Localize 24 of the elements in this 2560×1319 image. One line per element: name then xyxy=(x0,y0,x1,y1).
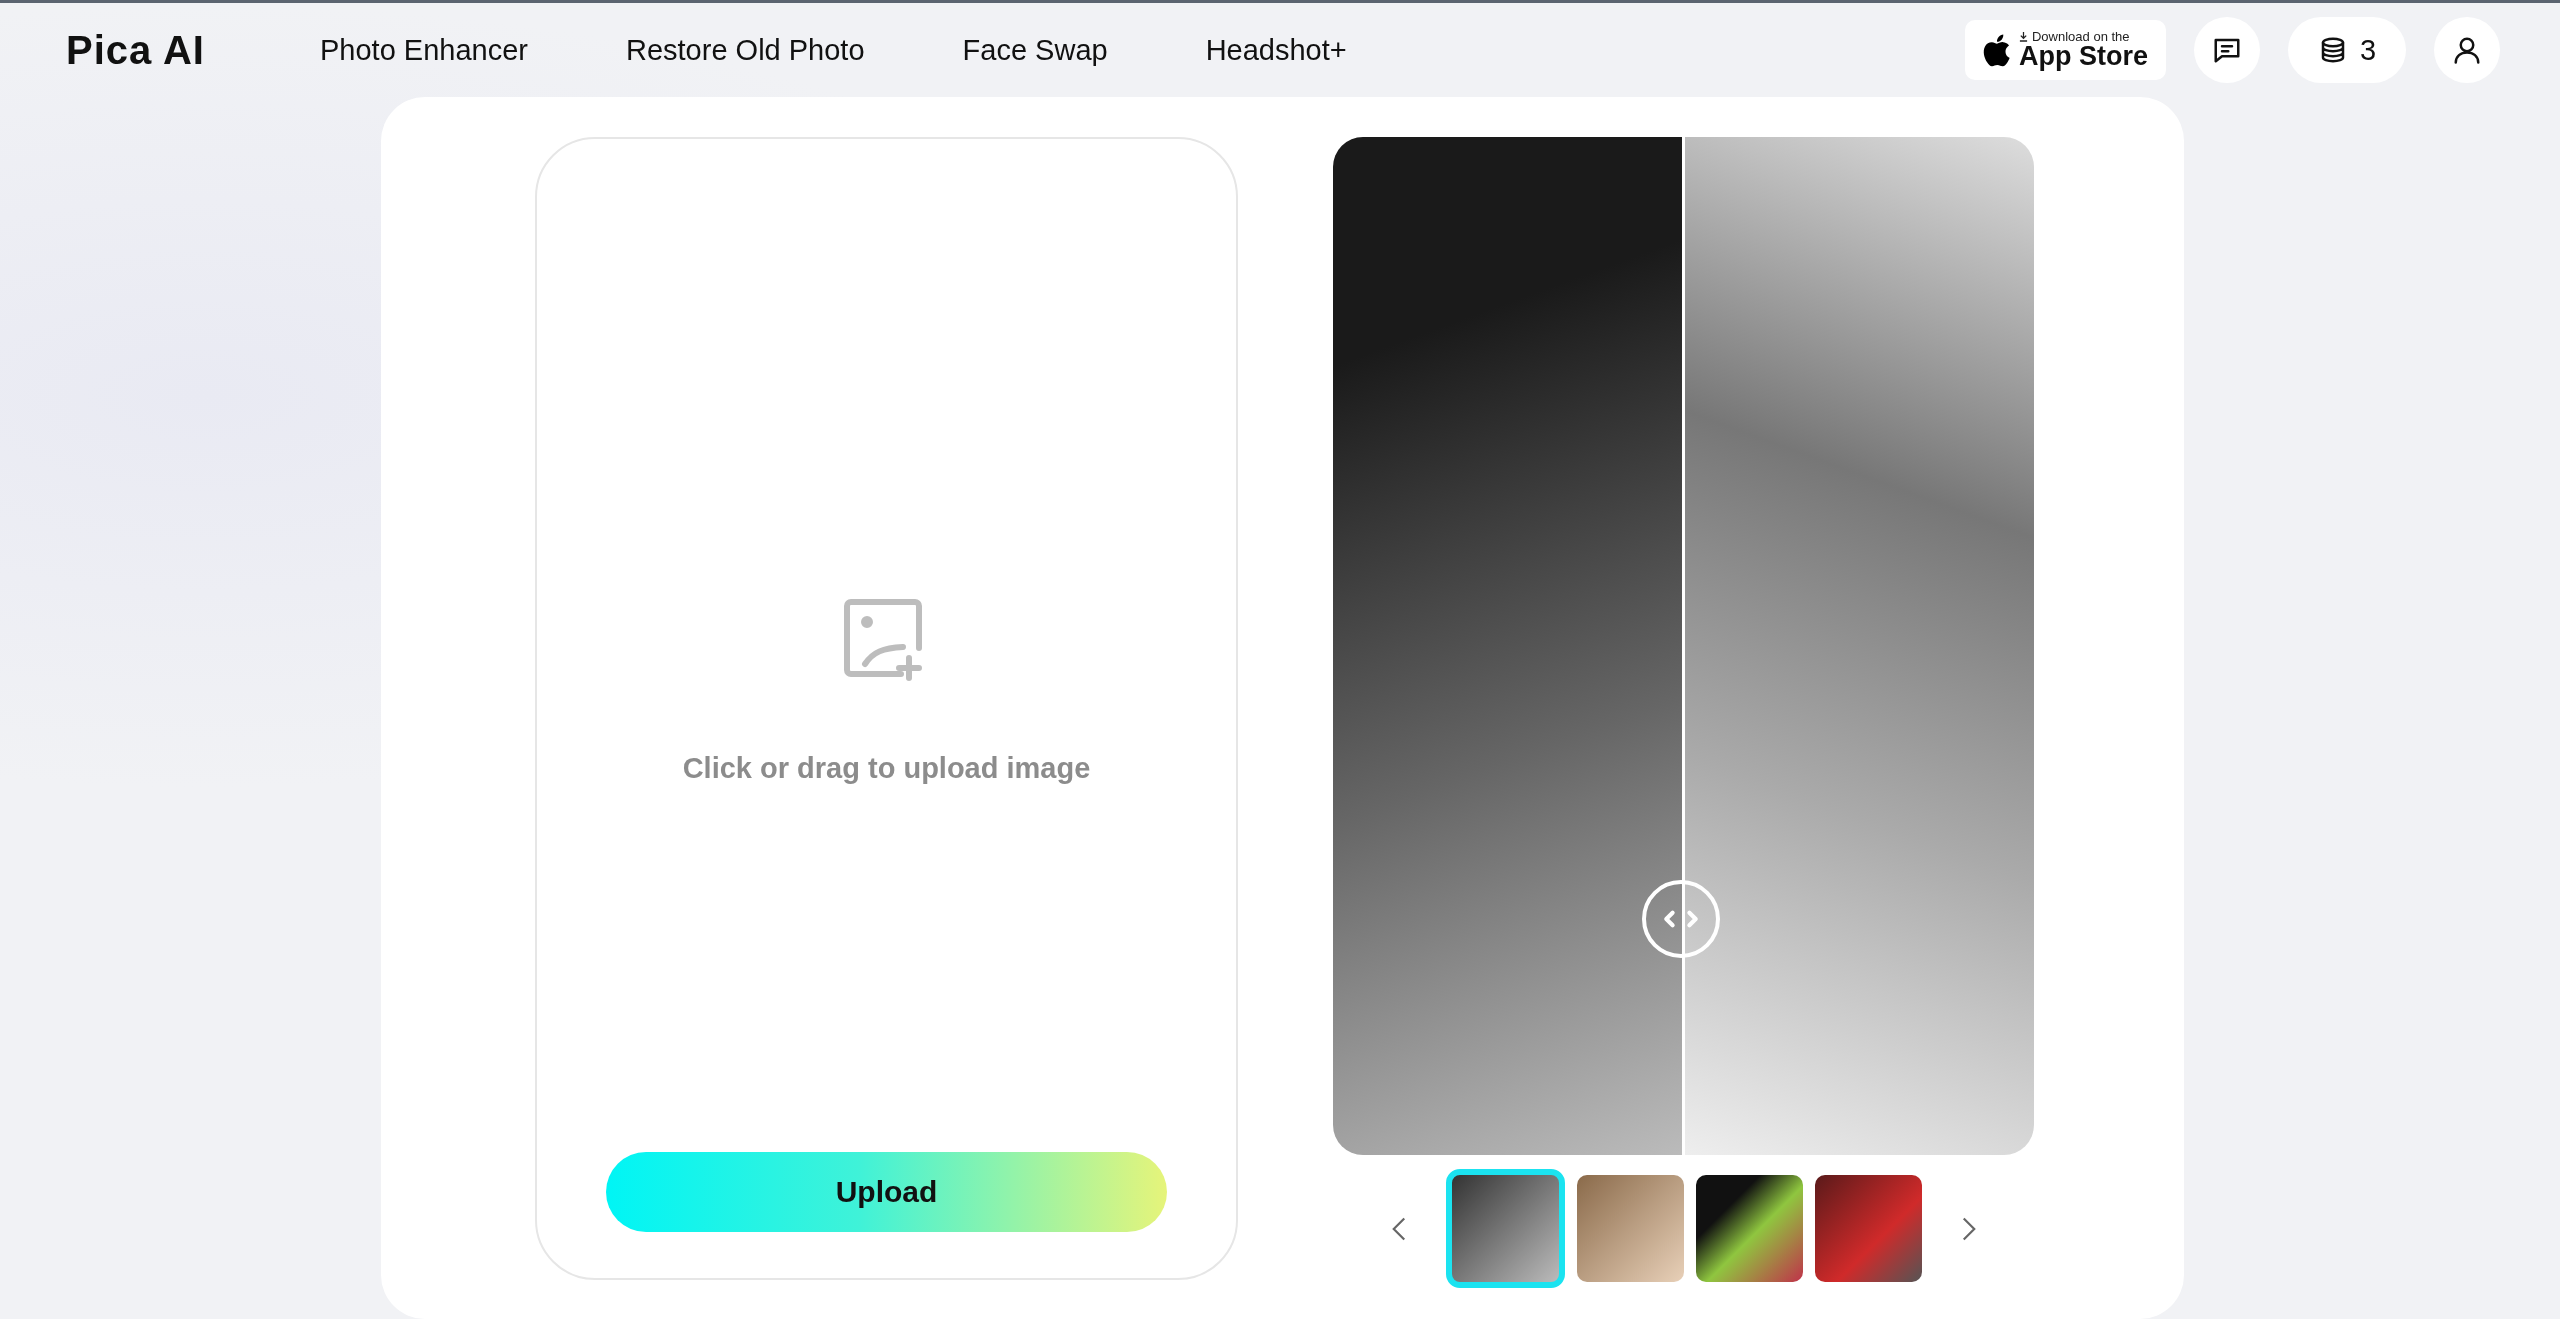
chevron-left-icon xyxy=(1391,1215,1406,1242)
compare-slider-handle[interactable] xyxy=(1642,880,1720,958)
previous-button[interactable] xyxy=(1391,1215,1406,1242)
logo[interactable]: Pica AI xyxy=(66,27,210,73)
upload-button[interactable]: Upload xyxy=(606,1152,1167,1232)
app-store-button[interactable]: Download on the App Store xyxy=(1965,20,2166,80)
next-button[interactable] xyxy=(1961,1215,1976,1242)
upload-area[interactable]: Click or drag to upload image Upload xyxy=(535,137,1238,1280)
nav-link[interactable]: Restore Old Photo xyxy=(626,33,865,67)
app-store-label: App Store xyxy=(2019,43,2148,70)
thumbnail-photo[interactable] xyxy=(1814,1175,1922,1282)
thumbnail-photo[interactable] xyxy=(1576,1175,1684,1282)
credits-button[interactable]: 3 xyxy=(2288,17,2406,83)
nav-link[interactable]: Photo Enhancer xyxy=(320,33,528,67)
thumbnail-photo[interactable] xyxy=(1445,1169,1565,1288)
app-store-caption: Download on the xyxy=(2032,30,2130,43)
nav-link[interactable]: Headshot+ xyxy=(1205,33,1347,67)
chevron-right-icon xyxy=(1961,1215,1976,1242)
thumbnail-photo[interactable] xyxy=(1695,1175,1803,1282)
nav-link[interactable]: Face Swap xyxy=(962,33,1108,67)
upload-hint: Click or drag to upload image xyxy=(682,752,1091,785)
download-icon xyxy=(2019,31,2028,42)
user-icon xyxy=(2452,35,2482,65)
apple-icon xyxy=(1981,32,2011,68)
